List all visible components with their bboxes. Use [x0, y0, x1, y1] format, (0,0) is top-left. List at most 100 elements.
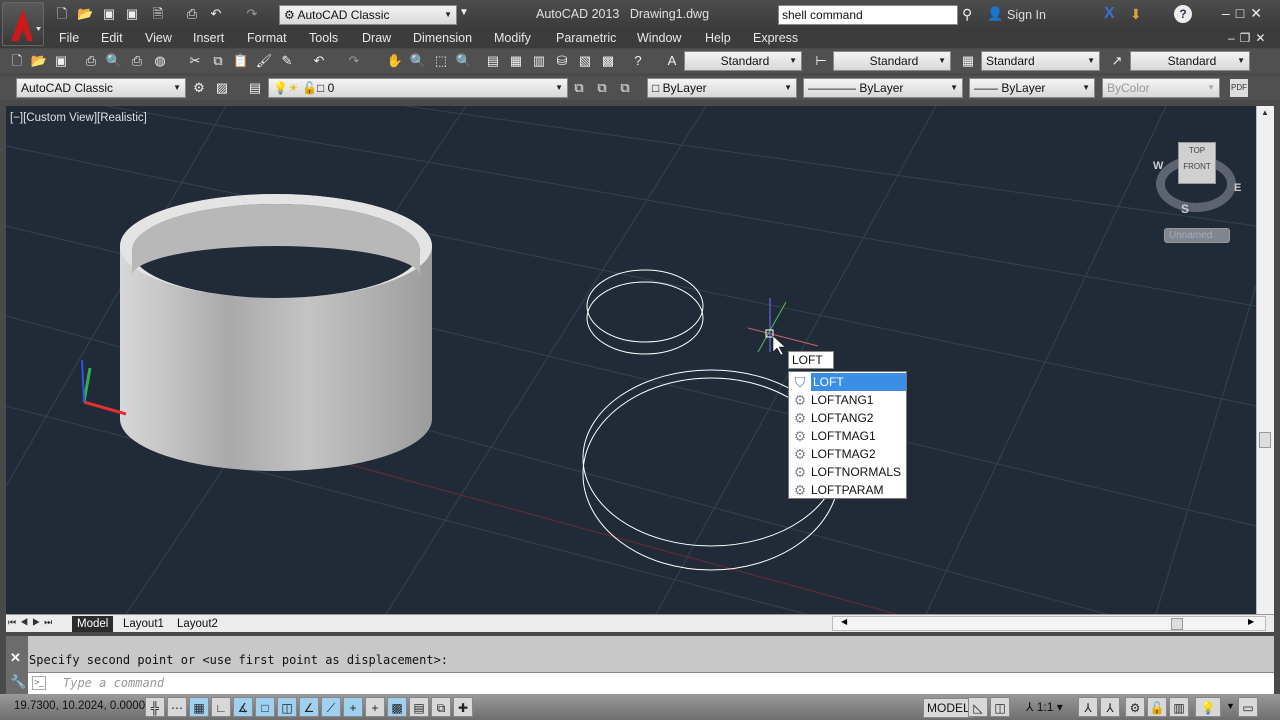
undo-icon[interactable]: ↶	[310, 52, 328, 70]
auto-scale-icon[interactable]: ⅄	[1100, 697, 1120, 717]
object-snap-tracking-icon[interactable]: ∠	[299, 697, 319, 717]
annotation-scale[interactable]: ⅄ 1:1 ▾	[1026, 700, 1063, 714]
snap-mode-icon[interactable]: ⋯	[167, 697, 187, 717]
calculator-icon[interactable]: ▩	[599, 52, 617, 70]
menu-parametric[interactable]: Parametric	[556, 31, 616, 45]
autocomplete-item[interactable]: ⚙ LOFTMAG2	[790, 445, 906, 463]
object-snap-icon[interactable]: □	[255, 697, 275, 717]
h-scroll-thumb[interactable]	[1171, 618, 1183, 630]
autocomplete-item[interactable]: ⛉ LOFT	[790, 373, 906, 391]
sheet-set-icon[interactable]: ⛁	[553, 52, 571, 70]
viewcube[interactable]: TOP FRONT W E S	[1150, 134, 1246, 230]
text-style-combo[interactable]: Standard ▼	[684, 51, 802, 71]
toolbar-lock-icon[interactable]: 🔓	[1147, 697, 1167, 717]
document-window-controls[interactable]: –❐✕	[1228, 31, 1271, 45]
model-space-button[interactable]: MODEL	[923, 698, 974, 718]
viewport-controls-label[interactable]: [−][Custom View][Realistic]	[10, 112, 147, 124]
pdf-icon[interactable]: PDF	[1230, 79, 1248, 97]
user-icon[interactable]: 👤	[987, 6, 1003, 22]
search-input[interactable]: shell command	[778, 5, 958, 25]
publish-icon[interactable]: ⎙	[128, 52, 146, 70]
qnew-icon[interactable]: 🗋	[8, 52, 26, 70]
compass-w[interactable]: W	[1153, 160, 1163, 172]
scroll-up-icon[interactable]: ▲	[1261, 108, 1269, 117]
hardware-acceleration-icon[interactable]: ▥	[1169, 697, 1189, 717]
dim-style-icon[interactable]: ⊢	[812, 52, 830, 70]
layer-combo[interactable]: 💡☀ 🔓□ 0 ▼	[268, 78, 568, 98]
quick-view-drawings-icon[interactable]: ◫	[990, 697, 1010, 717]
save-as-icon[interactable]: ▣	[124, 6, 140, 22]
command-input[interactable]: >_ Type a command	[28, 672, 1274, 694]
customize-qat-icon[interactable]: ▼	[459, 7, 469, 18]
close-icon[interactable]: ✕	[10, 650, 21, 666]
wrench-icon[interactable]: 🔧	[10, 674, 26, 690]
quick-view-layouts-icon[interactable]: ◺	[968, 697, 988, 717]
properties-icon[interactable]: ▤	[484, 52, 502, 70]
drawing-viewport[interactable]: [−][Custom View][Realistic] TOP FRONT W E…	[6, 106, 1256, 614]
autocomplete-item[interactable]: ⚙ LOFTANG1	[790, 391, 906, 409]
paste-icon[interactable]: 📋	[232, 52, 250, 70]
plot-icon[interactable]: ⎙	[82, 52, 100, 70]
autocomplete-item[interactable]: ⚙ LOFTNORMALS	[790, 463, 906, 481]
layer-state-icon[interactable]: ⧉	[616, 79, 634, 97]
layer-properties-icon[interactable]: ▤	[246, 79, 264, 97]
new-icon[interactable]: 🗋	[54, 6, 70, 22]
quick-properties-icon[interactable]: ▤	[409, 697, 429, 717]
menu-view[interactable]: View	[145, 31, 172, 45]
menu-insert[interactable]: Insert	[193, 31, 224, 45]
publish-icon[interactable]: 🗎	[150, 6, 166, 22]
menu-dimension[interactable]: Dimension	[413, 31, 472, 45]
selection-cycling-icon[interactable]: ⧉	[431, 697, 451, 717]
dim-style-combo[interactable]: Standard ▼	[833, 51, 951, 71]
zoom-realtime-icon[interactable]: 🔍	[409, 52, 427, 70]
zoom-window-icon[interactable]: ⬚	[432, 52, 450, 70]
annotation-monitor-icon[interactable]: ✚	[453, 697, 473, 717]
text-style-icon[interactable]: A	[663, 52, 681, 70]
infer-constraints-icon[interactable]: ╬	[145, 697, 165, 717]
menu-express[interactable]: Express	[753, 31, 798, 45]
tab-layout1[interactable]: Layout1	[118, 616, 169, 632]
design-center-icon[interactable]: ▦	[507, 52, 525, 70]
pan-icon[interactable]: ✋	[386, 52, 404, 70]
scroll-left-icon[interactable]: ◀	[841, 617, 847, 626]
autocomplete-item[interactable]: ⚙ LOFTANG2	[790, 409, 906, 427]
menu-window[interactable]: Window	[637, 31, 681, 45]
tab-model[interactable]: Model	[72, 616, 114, 632]
menu-file[interactable]: File	[59, 31, 79, 45]
save-icon[interactable]: ▣	[52, 52, 70, 70]
tab-layout2[interactable]: Layout2	[172, 616, 223, 632]
compass-e[interactable]: E	[1234, 182, 1241, 194]
table-style-icon[interactable]: ▦	[959, 52, 977, 70]
application-menu-button[interactable]	[2, 2, 44, 46]
zoom-previous-icon[interactable]: 🔍	[455, 52, 473, 70]
grid-display-icon[interactable]: ▦	[189, 697, 209, 717]
undo-icon[interactable]: ↶	[208, 6, 224, 22]
help-icon[interactable]: ?	[1174, 5, 1192, 23]
color-combo[interactable]: □ ByLayer ▼	[647, 78, 797, 98]
window-controls[interactable]: –□✕	[1222, 5, 1268, 22]
autocomplete-item[interactable]: ⚙ LOFTPARAM	[790, 481, 906, 499]
redo-icon[interactable]: ↷	[345, 52, 363, 70]
make-current-layer-icon[interactable]: ⧉	[570, 79, 588, 97]
vertical-scrollbar[interactable]: ▲	[1256, 106, 1274, 614]
workspace-combo[interactable]: ⚙ AutoCAD Classic ▼	[279, 5, 457, 25]
cube[interactable]: TOP FRONT	[1178, 142, 1216, 184]
markup-icon[interactable]: ▧	[576, 52, 594, 70]
coordinates-readout[interactable]: 19.7300, 10.2024, 0.0000	[14, 700, 145, 712]
horizontal-scrollbar[interactable]: ◀ ▶	[832, 616, 1266, 631]
plot-preview-icon[interactable]: 🔍	[105, 52, 123, 70]
plotstyle-combo[interactable]: ByColor ▼	[1102, 78, 1220, 98]
command-line-handle[interactable]: ✕ 🔧	[6, 636, 28, 694]
polar-tracking-icon[interactable]: ∡	[233, 697, 253, 717]
workspaces-combo[interactable]: AutoCAD Classic ▼	[16, 78, 186, 98]
menu-help[interactable]: Help	[705, 31, 731, 45]
redo-icon[interactable]: ↷	[244, 6, 260, 22]
compass-s[interactable]: S	[1181, 202, 1189, 216]
menu-draw[interactable]: Draw	[362, 31, 391, 45]
block-editor-icon[interactable]: ✎	[278, 52, 296, 70]
open-icon[interactable]: 📂	[77, 6, 93, 22]
stay-connected-icon[interactable]: ⬇	[1130, 6, 1142, 23]
multileader-style-combo[interactable]: Standard ▼	[1130, 51, 1250, 71]
menu-tools[interactable]: Tools	[309, 31, 338, 45]
open-icon[interactable]: 📂	[30, 52, 48, 70]
